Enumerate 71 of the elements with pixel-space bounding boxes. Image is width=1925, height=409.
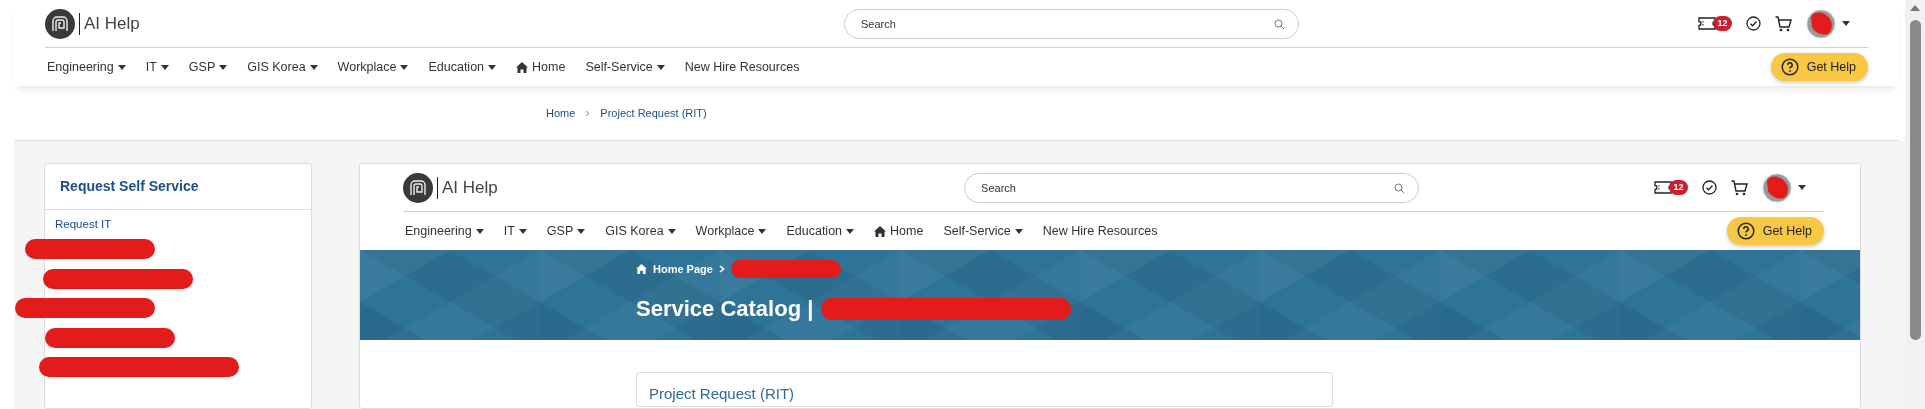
avatar-icon[interactable] <box>1761 172 1792 203</box>
brand-name: AI Help <box>79 12 140 35</box>
nav-menu-item[interactable]: Engineering <box>403 221 494 241</box>
nav-menu-item[interactable]: Workplace <box>685 221 777 241</box>
sidebar-title: Request Self Service <box>45 164 311 210</box>
caret-icon <box>488 64 497 70</box>
caret-icon <box>656 64 665 70</box>
ticket-icon[interactable] <box>1698 17 1717 30</box>
nav-menu-item[interactable]: Home <box>864 221 934 241</box>
search-field[interactable]: Search <box>844 8 1299 39</box>
check-circle-icon[interactable] <box>1745 16 1761 31</box>
nav-menu-item[interactable]: GSP <box>536 221 596 241</box>
logo-icon <box>45 8 75 39</box>
caret-icon <box>309 64 318 70</box>
search-field[interactable]: Search <box>964 172 1420 203</box>
scrollbar[interactable] <box>1905 0 1925 409</box>
caret-icon <box>400 64 409 70</box>
caret-icon <box>117 64 126 70</box>
caret-icon <box>518 228 527 234</box>
caret-icon <box>475 228 484 234</box>
ticket-icon[interactable] <box>1654 181 1673 194</box>
nav-menu-item[interactable]: New Hire Resources <box>674 57 810 77</box>
avatar-icon[interactable] <box>1805 8 1836 39</box>
notification-count: 12 <box>1669 179 1688 196</box>
caret-icon[interactable] <box>1842 21 1850 26</box>
question-circle-icon <box>1736 222 1755 240</box>
nav-menu-item[interactable]: IT <box>493 221 537 241</box>
caret-icon <box>577 228 586 234</box>
caret-icon <box>219 64 228 70</box>
check-circle-icon[interactable] <box>1701 180 1717 195</box>
brand-name: AI Help <box>437 176 498 199</box>
nav-menu-item[interactable]: IT <box>135 57 179 77</box>
nav-menu-item[interactable]: Home <box>506 57 576 77</box>
nav-menu-item[interactable]: GIS Korea <box>237 57 328 77</box>
nav-menu-item[interactable]: Workplace <box>327 57 419 77</box>
get-help-button[interactable]: Get Help <box>1770 53 1868 81</box>
breadcrumb-link[interactable]: Home <box>546 104 576 122</box>
notification-count: 12 <box>1713 15 1732 32</box>
caret-icon <box>758 228 767 234</box>
chevron-icon <box>585 109 591 117</box>
page-title: Service Catalog | <box>636 295 814 323</box>
chevron-icon <box>718 265 725 273</box>
cart-icon[interactable] <box>1774 15 1792 32</box>
nav-menu-item[interactable]: GIS Korea <box>595 221 686 241</box>
caret-icon[interactable] <box>1798 185 1806 190</box>
nav-menu-item[interactable]: New Hire Resources <box>1032 221 1168 241</box>
scrollbar-thumb[interactable] <box>1909 20 1921 340</box>
home-icon <box>874 225 887 237</box>
card-title: Project Request (RIT) <box>649 385 795 402</box>
cart-icon[interactable] <box>1730 179 1748 196</box>
breadcrumb-link[interactable]: Home Page <box>653 260 713 278</box>
caret-icon <box>667 228 676 234</box>
caret-icon <box>846 228 855 234</box>
nav-menu-item[interactable]: GSP <box>178 57 238 77</box>
nav-menu-item[interactable]: Education <box>418 57 507 77</box>
nav-menu-item[interactable]: Education <box>776 221 865 241</box>
scroll-up-icon[interactable] <box>1909 4 1921 12</box>
search-icon <box>1394 182 1406 194</box>
nav-menu-item[interactable]: Engineering <box>45 57 136 77</box>
question-circle-icon <box>1780 58 1799 76</box>
get-help-button[interactable]: Get Help <box>1726 217 1824 245</box>
nav-menu-item[interactable]: Self-Service <box>575 57 675 77</box>
home-icon <box>636 264 647 274</box>
search-icon <box>1274 18 1285 30</box>
logo-icon <box>403 172 433 203</box>
nav-menu-item[interactable]: Self-Service <box>933 221 1033 241</box>
home-icon <box>516 61 529 73</box>
sidebar-link[interactable]: Request IT <box>45 210 311 240</box>
breadcrumb-link[interactable]: Project Request (RIT) <box>600 104 707 122</box>
caret-icon <box>160 64 169 70</box>
caret-icon <box>1014 228 1023 234</box>
